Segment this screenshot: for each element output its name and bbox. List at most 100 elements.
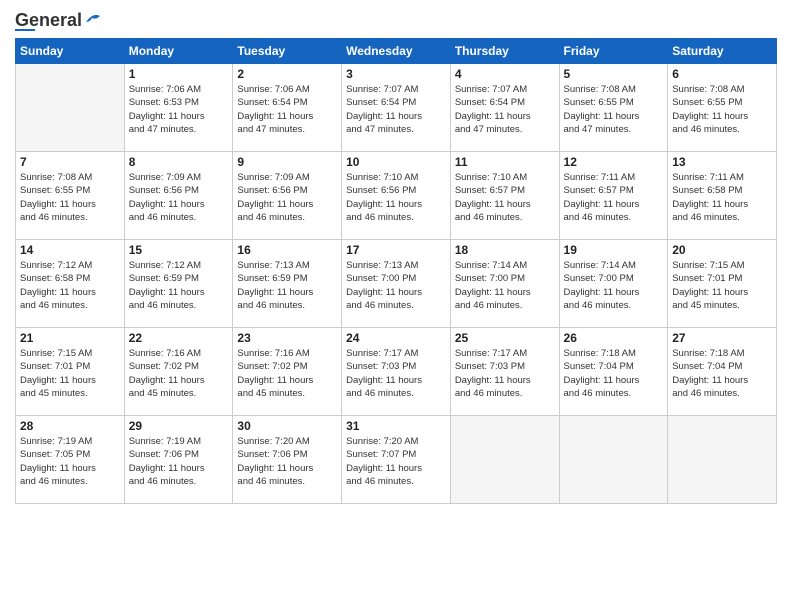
day-number: 20: [672, 243, 772, 257]
day-info: Sunrise: 7:07 AM Sunset: 6:54 PM Dayligh…: [346, 83, 446, 136]
calendar-cell: 6 Sunrise: 7:08 AM Sunset: 6:55 PM Daylig…: [668, 64, 777, 152]
day-number: 7: [20, 155, 120, 169]
calendar-cell: 16Sunrise: 7:13 AM Sunset: 6:59 PM Dayli…: [233, 240, 342, 328]
calendar-cell: 21 Sunrise: 7:15 AM Sunset: 7:01 PM Dayli…: [16, 328, 125, 416]
day-info: Sunrise: 7:10 AM Sunset: 6:57 PM Dayligh…: [455, 171, 555, 224]
day-number: 16: [237, 243, 337, 257]
day-number: 6: [672, 67, 772, 81]
calendar-cell: 14Sunrise: 7:12 AM Sunset: 6:58 PM Dayli…: [16, 240, 125, 328]
calendar-cell: 31Sunrise: 7:20 AM Sunset: 7:07 PM Dayli…: [342, 416, 451, 504]
day-number: 22: [129, 331, 229, 345]
calendar-cell: 17 Sunrise: 7:13 AM Sunset: 7:00 PM Dayli…: [342, 240, 451, 328]
day-number: 10: [346, 155, 446, 169]
calendar-cell: 4Sunrise: 7:07 AM Sunset: 6:54 PM Daylig…: [450, 64, 559, 152]
calendar-cell: 27 Sunrise: 7:18 AM Sunset: 7:04 PM Dayli…: [668, 328, 777, 416]
header: General: [15, 10, 777, 32]
day-info: Sunrise: 7:19 AM Sunset: 7:06 PM Dayligh…: [129, 435, 229, 488]
calendar-week-row: 28 Sunrise: 7:19 AM Sunset: 7:05 PM Dayli…: [16, 416, 777, 504]
day-info: Sunrise: 7:20 AM Sunset: 7:07 PM Dayligh…: [346, 435, 446, 488]
logo: General: [15, 10, 102, 32]
day-info: Sunrise: 7:08 AM Sunset: 6:55 PM Dayligh…: [672, 83, 772, 136]
day-number: 27: [672, 331, 772, 345]
day-info: Sunrise: 7:10 AM Sunset: 6:56 PM Dayligh…: [346, 171, 446, 224]
calendar-cell: [450, 416, 559, 504]
calendar-cell: 9 Sunrise: 7:09 AM Sunset: 6:56 PM Daylig…: [233, 152, 342, 240]
page: General SundayMondayTuesdayWednesdayThur…: [0, 0, 792, 612]
calendar-week-row: 21 Sunrise: 7:15 AM Sunset: 7:01 PM Dayli…: [16, 328, 777, 416]
calendar-cell: 24Sunrise: 7:17 AM Sunset: 7:03 PM Dayli…: [342, 328, 451, 416]
logo-blue: [15, 29, 35, 32]
logo-bird-icon: [84, 12, 102, 26]
calendar-cell: 8 Sunrise: 7:09 AM Sunset: 6:56 PM Daylig…: [124, 152, 233, 240]
day-info: Sunrise: 7:12 AM Sunset: 6:58 PM Dayligh…: [20, 259, 120, 312]
day-number: 8: [129, 155, 229, 169]
day-info: Sunrise: 7:20 AM Sunset: 7:06 PM Dayligh…: [237, 435, 337, 488]
day-info: Sunrise: 7:11 AM Sunset: 6:58 PM Dayligh…: [672, 171, 772, 224]
logo-general: General: [15, 10, 82, 31]
calendar-cell: 2Sunrise: 7:06 AM Sunset: 6:54 PM Daylig…: [233, 64, 342, 152]
day-info: Sunrise: 7:07 AM Sunset: 6:54 PM Dayligh…: [455, 83, 555, 136]
calendar-cell: 23 Sunrise: 7:16 AM Sunset: 7:02 PM Dayli…: [233, 328, 342, 416]
day-info: Sunrise: 7:18 AM Sunset: 7:04 PM Dayligh…: [564, 347, 664, 400]
weekday-header-monday: Monday: [124, 39, 233, 64]
calendar-cell: 10 Sunrise: 7:10 AM Sunset: 6:56 PM Dayli…: [342, 152, 451, 240]
day-info: Sunrise: 7:12 AM Sunset: 6:59 PM Dayligh…: [129, 259, 229, 312]
day-info: Sunrise: 7:18 AM Sunset: 7:04 PM Dayligh…: [672, 347, 772, 400]
day-number: 17: [346, 243, 446, 257]
day-number: 23: [237, 331, 337, 345]
weekday-header-sunday: Sunday: [16, 39, 125, 64]
day-number: 30: [237, 419, 337, 433]
calendar-table: SundayMondayTuesdayWednesdayThursdayFrid…: [15, 38, 777, 504]
calendar-cell: 30 Sunrise: 7:20 AM Sunset: 7:06 PM Dayli…: [233, 416, 342, 504]
day-info: Sunrise: 7:15 AM Sunset: 7:01 PM Dayligh…: [20, 347, 120, 400]
calendar-week-row: 14Sunrise: 7:12 AM Sunset: 6:58 PM Dayli…: [16, 240, 777, 328]
calendar-cell: 26Sunrise: 7:18 AM Sunset: 7:04 PM Dayli…: [559, 328, 668, 416]
day-number: 18: [455, 243, 555, 257]
day-number: 1: [129, 67, 229, 81]
calendar-cell: 18 Sunrise: 7:14 AM Sunset: 7:00 PM Dayli…: [450, 240, 559, 328]
day-info: Sunrise: 7:06 AM Sunset: 6:54 PM Dayligh…: [237, 83, 337, 136]
day-info: Sunrise: 7:15 AM Sunset: 7:01 PM Dayligh…: [672, 259, 772, 312]
day-number: 5: [564, 67, 664, 81]
day-info: Sunrise: 7:17 AM Sunset: 7:03 PM Dayligh…: [455, 347, 555, 400]
day-info: Sunrise: 7:16 AM Sunset: 7:02 PM Dayligh…: [237, 347, 337, 400]
day-info: Sunrise: 7:14 AM Sunset: 7:00 PM Dayligh…: [564, 259, 664, 312]
calendar-cell: 20 Sunrise: 7:15 AM Sunset: 7:01 PM Dayli…: [668, 240, 777, 328]
weekday-header-friday: Friday: [559, 39, 668, 64]
calendar-cell: [16, 64, 125, 152]
day-number: 28: [20, 419, 120, 433]
weekday-header-wednesday: Wednesday: [342, 39, 451, 64]
calendar-week-row: 1 Sunrise: 7:06 AM Sunset: 6:53 PM Daylig…: [16, 64, 777, 152]
calendar-header-row: SundayMondayTuesdayWednesdayThursdayFrid…: [16, 39, 777, 64]
day-info: Sunrise: 7:14 AM Sunset: 7:00 PM Dayligh…: [455, 259, 555, 312]
weekday-header-thursday: Thursday: [450, 39, 559, 64]
day-number: 13: [672, 155, 772, 169]
calendar-cell: 15 Sunrise: 7:12 AM Sunset: 6:59 PM Dayli…: [124, 240, 233, 328]
day-number: 29: [129, 419, 229, 433]
day-number: 15: [129, 243, 229, 257]
calendar-cell: 19 Sunrise: 7:14 AM Sunset: 7:00 PM Dayli…: [559, 240, 668, 328]
calendar-cell: 13 Sunrise: 7:11 AM Sunset: 6:58 PM Dayli…: [668, 152, 777, 240]
day-info: Sunrise: 7:13 AM Sunset: 7:00 PM Dayligh…: [346, 259, 446, 312]
calendar-cell: 3 Sunrise: 7:07 AM Sunset: 6:54 PM Daylig…: [342, 64, 451, 152]
calendar-cell: 25 Sunrise: 7:17 AM Sunset: 7:03 PM Dayli…: [450, 328, 559, 416]
day-info: Sunrise: 7:06 AM Sunset: 6:53 PM Dayligh…: [129, 83, 229, 136]
calendar-cell: 12Sunrise: 7:11 AM Sunset: 6:57 PM Dayli…: [559, 152, 668, 240]
day-number: 11: [455, 155, 555, 169]
day-info: Sunrise: 7:09 AM Sunset: 6:56 PM Dayligh…: [237, 171, 337, 224]
calendar-cell: 11 Sunrise: 7:10 AM Sunset: 6:57 PM Dayli…: [450, 152, 559, 240]
day-number: 25: [455, 331, 555, 345]
weekday-header-saturday: Saturday: [668, 39, 777, 64]
day-info: Sunrise: 7:19 AM Sunset: 7:05 PM Dayligh…: [20, 435, 120, 488]
calendar-cell: 22Sunrise: 7:16 AM Sunset: 7:02 PM Dayli…: [124, 328, 233, 416]
day-number: 3: [346, 67, 446, 81]
day-number: 21: [20, 331, 120, 345]
day-info: Sunrise: 7:09 AM Sunset: 6:56 PM Dayligh…: [129, 171, 229, 224]
day-number: 19: [564, 243, 664, 257]
calendar-cell: 1 Sunrise: 7:06 AM Sunset: 6:53 PM Daylig…: [124, 64, 233, 152]
day-info: Sunrise: 7:08 AM Sunset: 6:55 PM Dayligh…: [20, 171, 120, 224]
calendar-cell: 29 Sunrise: 7:19 AM Sunset: 7:06 PM Dayli…: [124, 416, 233, 504]
day-number: 9: [237, 155, 337, 169]
day-number: 24: [346, 331, 446, 345]
calendar-week-row: 7 Sunrise: 7:08 AM Sunset: 6:55 PM Daylig…: [16, 152, 777, 240]
